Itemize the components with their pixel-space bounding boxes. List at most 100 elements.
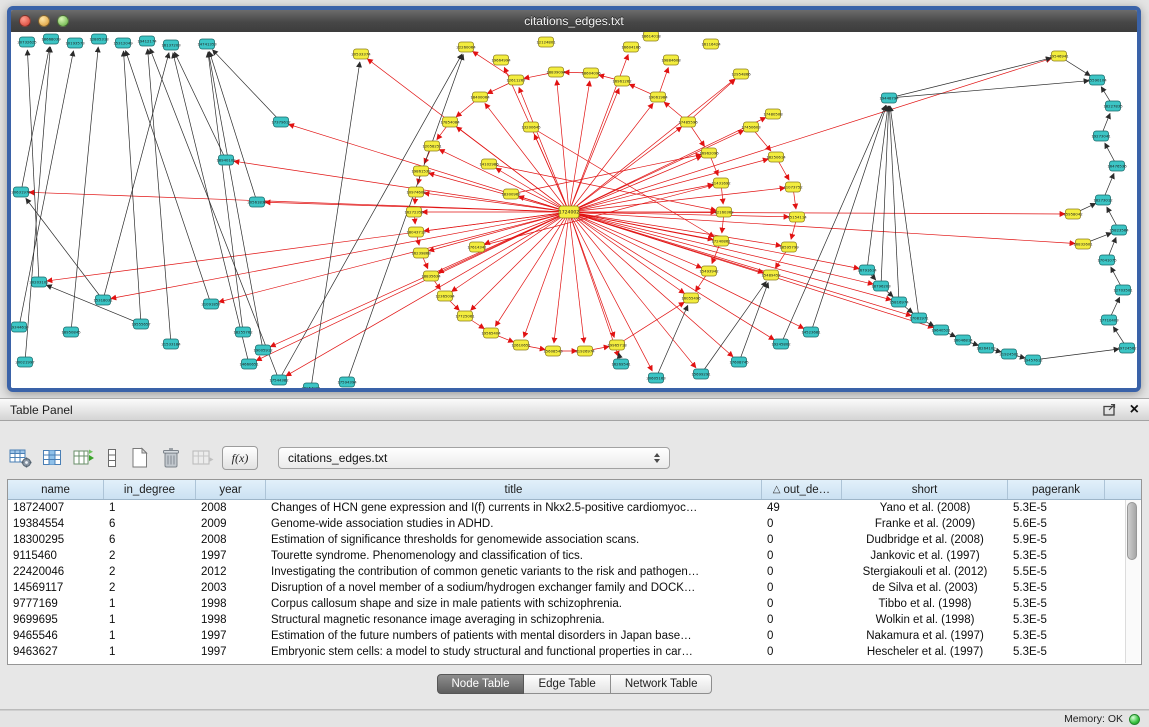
graph-node[interactable]: 19640521 xyxy=(931,325,951,335)
cell-title[interactable]: Estimation of the future numbers of pati… xyxy=(266,630,762,642)
cell-title[interactable]: Disruption of a novel member of a sodium… xyxy=(266,582,762,594)
column-header-short[interactable]: short xyxy=(842,480,1008,499)
column-header-pagerank[interactable]: pagerank xyxy=(1008,480,1105,499)
cell-in_degree[interactable]: 2 xyxy=(104,566,196,578)
cell-short[interactable]: Jankovic et al. (1997) xyxy=(842,550,1008,562)
cell-title[interactable]: Estimation of significance thresholds fo… xyxy=(266,534,762,546)
graph-edge[interactable] xyxy=(688,79,735,122)
graph-node[interactable]: 15493942 xyxy=(699,266,719,276)
graph-node[interactable]: 20631976 xyxy=(11,187,31,197)
close-window-button[interactable] xyxy=(19,15,31,27)
graph-edge[interactable] xyxy=(569,212,696,368)
graph-node[interactable]: 21926974 xyxy=(575,346,595,356)
graph-node[interactable]: 15699291 xyxy=(691,369,711,379)
graph-node[interactable]: 15823564 xyxy=(1109,225,1129,235)
graph-node[interactable]: 20605163 xyxy=(646,373,666,383)
graph-edge[interactable] xyxy=(569,212,702,268)
table-row[interactable]: 1938455462009Genome-wide association stu… xyxy=(8,516,1141,532)
graph-node[interactable]: 20732625 xyxy=(17,37,37,47)
cell-short[interactable]: Franke et al. (2009) xyxy=(842,518,1008,530)
graph-node[interactable]: 17594394 xyxy=(337,377,357,387)
graph-edge[interactable] xyxy=(1033,349,1119,360)
graph-node[interactable]: 17608745 xyxy=(729,357,749,367)
graph-node[interactable]: 19412174 xyxy=(137,36,157,46)
column-header-title[interactable]: title xyxy=(266,480,762,499)
cell-short[interactable]: Nakamura et al. (1997) xyxy=(842,630,1008,642)
graph-edge[interactable] xyxy=(279,54,462,380)
graph-edge[interactable] xyxy=(781,105,886,344)
graph-edge[interactable] xyxy=(150,48,279,380)
cell-title[interactable]: Structural magnetic resonance image aver… xyxy=(266,614,762,626)
cell-title[interactable]: Embryonic stem cells: a model to study s… xyxy=(266,646,762,658)
cell-title[interactable]: Investigating the contribution of common… xyxy=(266,566,762,578)
graph-edge[interactable] xyxy=(71,47,98,332)
graph-node[interactable]: 15816974 xyxy=(889,297,909,307)
graph-edge[interactable] xyxy=(124,51,141,324)
graph-node[interactable]: 12954866 xyxy=(731,69,751,79)
graph-node[interactable]: 20021997 xyxy=(15,357,35,367)
cell-short[interactable]: Dudbridge et al. (2008) xyxy=(842,534,1008,546)
cell-year[interactable]: 2008 xyxy=(196,534,266,546)
graph-node[interactable]: 17379612 xyxy=(271,117,291,127)
graph-node[interactable]: 17480508 xyxy=(763,109,783,119)
graph-node[interactable]: 15590104 xyxy=(1087,75,1107,85)
graph-edge[interactable] xyxy=(311,62,360,388)
graph-node[interactable]: 21533184 xyxy=(161,339,181,349)
cell-pagerank[interactable]: 5.3E-5 xyxy=(1008,502,1105,514)
cell-in_degree[interactable]: 1 xyxy=(104,630,196,642)
graph-node[interactable]: 19061984 xyxy=(648,92,668,102)
graph-edge[interactable] xyxy=(524,212,569,337)
cell-name[interactable]: 22420046 xyxy=(8,566,104,578)
graph-node[interactable]: 19724562 xyxy=(1117,343,1137,353)
graph-edge[interactable] xyxy=(889,81,1089,98)
graph-node[interactable]: 12611267 xyxy=(506,75,526,85)
cell-in_degree[interactable]: 2 xyxy=(104,550,196,562)
column-header-year[interactable]: year xyxy=(196,480,266,499)
graph-edge[interactable] xyxy=(484,212,569,244)
graph-node[interactable]: 15958042 xyxy=(1063,209,1083,219)
cell-short[interactable]: Hescheler et al. (1997) xyxy=(842,646,1008,658)
graph-node[interactable]: 19664994 xyxy=(491,55,511,65)
graph-node[interactable]: 12160362 xyxy=(714,207,734,217)
cell-name[interactable]: 9465546 xyxy=(8,630,104,642)
graph-edge[interactable] xyxy=(811,106,886,332)
graph-node[interactable]: 13200645 xyxy=(521,122,541,132)
graph-edge[interactable] xyxy=(617,302,684,345)
graph-edge[interactable] xyxy=(29,192,569,212)
graph-edge[interactable] xyxy=(286,212,569,376)
graph-node[interactable]: 19273041 xyxy=(1091,131,1111,141)
cell-year[interactable]: 1997 xyxy=(196,646,266,658)
cell-year[interactable]: 1997 xyxy=(196,630,266,642)
cell-out_degree[interactable]: 0 xyxy=(762,598,842,610)
cell-pagerank[interactable]: 5.3E-5 xyxy=(1008,598,1105,610)
graph-node[interactable]: 20561836 xyxy=(247,197,267,207)
graph-edge[interactable] xyxy=(111,212,569,299)
graph-node[interactable]: 15489452 xyxy=(761,270,781,280)
table-options-button[interactable] xyxy=(8,445,34,471)
graph-node[interactable]: 14660651 xyxy=(239,359,259,369)
graph-edge[interactable] xyxy=(569,212,873,284)
new-table-button[interactable] xyxy=(126,445,152,471)
graph-edge[interactable] xyxy=(173,53,249,364)
graph-edge[interactable] xyxy=(569,212,1075,244)
cell-name[interactable]: 19384554 xyxy=(8,518,104,530)
graph-node[interactable]: 17544382 xyxy=(269,375,289,385)
cell-short[interactable]: Tibbo et al. (1998) xyxy=(842,598,1008,610)
graph-node[interactable]: 16791614 xyxy=(857,265,877,275)
cell-in_degree[interactable]: 6 xyxy=(104,534,196,546)
graph-node[interactable]: 12805318 xyxy=(89,34,109,44)
graph-node[interactable]: 12703501 xyxy=(1113,285,1133,295)
graph-node[interactable]: 1724002 xyxy=(559,206,580,218)
graph-edge[interactable] xyxy=(569,212,933,328)
cell-year[interactable]: 2003 xyxy=(196,582,266,594)
add-column-button[interactable] xyxy=(72,445,98,471)
graph-node[interactable]: 19555657 xyxy=(131,319,151,329)
graph-node[interactable]: 18835634 xyxy=(421,271,441,281)
graph-node[interactable]: 17081971 xyxy=(909,313,929,323)
cell-out_degree[interactable]: 0 xyxy=(762,630,842,642)
graph-node[interactable]: 18400064 xyxy=(470,92,490,102)
cell-short[interactable]: Yano et al. (2008) xyxy=(842,502,1008,514)
graph-node[interactable]: 17614341 xyxy=(467,242,487,252)
table-scrollbar-thumb[interactable] xyxy=(1127,502,1137,560)
graph-node[interactable]: 10974608 xyxy=(406,187,426,197)
